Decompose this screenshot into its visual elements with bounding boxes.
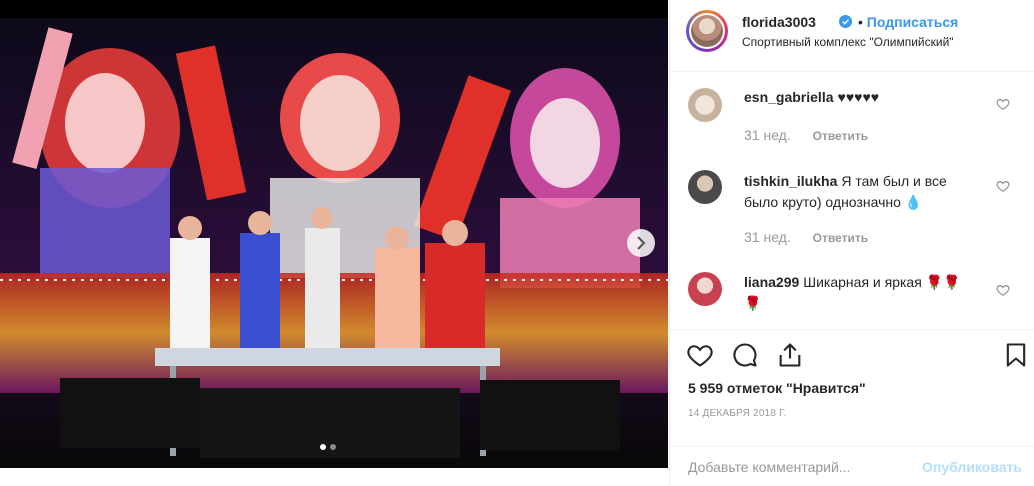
comment-item: esn_gabriella ♥♥♥♥♥ 31 нед. Ответить [670,73,1034,161]
comment-text: tishkin_ilukha Я там был и все было круто… [744,171,974,213]
heart-icon[interactable] [996,283,1010,297]
share-icon[interactable] [776,341,804,369]
comments-list[interactable]: esn_gabriella ♥♥♥♥♥ 31 нед. Ответить tish… [670,73,1034,329]
comment-item: liana299 Шикарная и яркая 🌹🌹🌹 [670,263,1034,329]
like-heart-icon[interactable] [686,341,714,369]
post-header: florida3003 • Подписаться Спортивный ком… [670,0,1034,72]
follow-button[interactable]: • Подписаться [858,14,958,30]
instagram-post: florida3003 • Подписаться Спортивный ком… [0,0,1034,486]
publish-button[interactable]: Опубликовать [922,459,1022,475]
likes-count[interactable]: 5 959 отметок "Нравится" [688,380,866,396]
commenter-username[interactable]: esn_gabriella [744,89,834,105]
post-media[interactable] [0,0,668,468]
carousel-dot-active [320,444,326,450]
comment-age: 31 нед. [744,127,791,143]
media-bottom-strip [0,468,668,486]
author-username[interactable]: florida3003 [742,14,816,30]
comment-meta: 31 нед. Ответить [744,229,868,245]
post-location[interactable]: Спортивный комплекс "Олимпийский" [742,35,954,49]
dot-separator: • [858,14,867,30]
chevron-right-icon [637,236,646,250]
reply-button[interactable]: Ответить [813,129,868,143]
reply-button[interactable]: Ответить [813,231,868,245]
comment-item: tishkin_ilukha Я там был и все было круто… [670,161,1034,263]
follow-label: Подписаться [866,14,959,30]
post-actions: 5 959 отметок "Нравится" 14 ДЕКАБРЯ 2018… [670,329,1034,449]
heart-icon[interactable] [996,179,1010,193]
post-date[interactable]: 14 ДЕКАБРЯ 2018 Г. [688,408,786,419]
verified-badge-icon [839,15,852,28]
carousel-indicator [320,444,336,450]
commenter-avatar[interactable] [688,88,722,122]
concert-photo [0,18,668,468]
author-avatar[interactable] [686,10,728,52]
comment-input[interactable] [688,457,908,477]
add-comment-bar: Опубликовать [670,446,1034,486]
heart-icon[interactable] [996,97,1010,111]
commenter-avatar[interactable] [688,170,722,204]
comment-age: 31 нед. [744,229,791,245]
comment-icon[interactable] [731,341,759,369]
comment-meta: 31 нед. Ответить [744,127,868,143]
commenter-username[interactable]: liana299 [744,274,799,290]
bookmark-icon[interactable] [1002,341,1030,369]
comment-text: esn_gabriella ♥♥♥♥♥ [744,87,974,108]
commenter-avatar[interactable] [688,272,722,306]
comment-body: ♥♥♥♥♥ [837,89,880,105]
commenter-username[interactable]: tishkin_ilukha [744,173,837,189]
next-photo-button[interactable] [627,229,655,257]
post-sidebar: florida3003 • Подписаться Спортивный ком… [669,0,1034,486]
comment-text: liana299 Шикарная и яркая 🌹🌹🌹 [744,272,974,314]
carousel-dot [330,444,336,450]
